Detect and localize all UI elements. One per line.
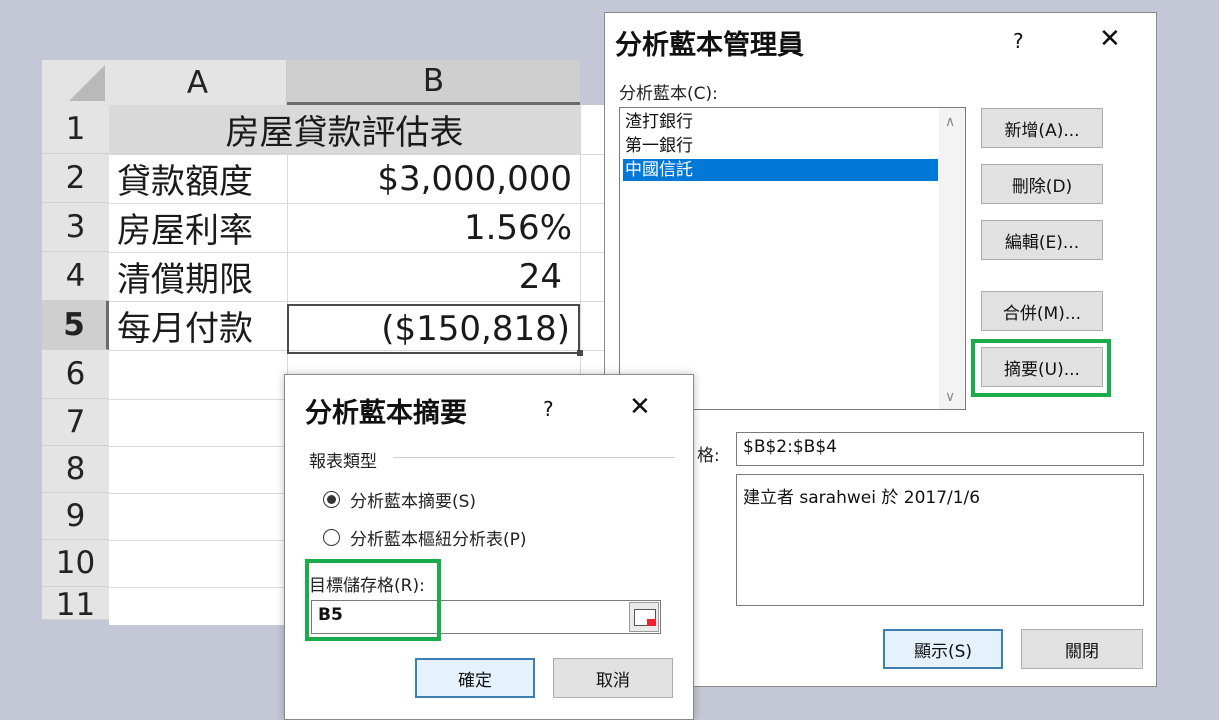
row-header-9[interactable]: 9 — [42, 493, 109, 540]
dialog-title: 分析藍本摘要 — [305, 398, 467, 429]
result-cells-highlight — [305, 559, 441, 641]
row-header-10[interactable]: 10 — [42, 540, 109, 587]
close-button[interactable]: 關閉 — [1021, 629, 1143, 669]
active-cell-b5[interactable]: ($150,818) — [287, 304, 580, 354]
edit-button[interactable]: 編輯(E)... — [981, 220, 1103, 260]
ok-button[interactable]: 確定 — [415, 658, 535, 698]
help-button[interactable]: ? — [543, 397, 554, 421]
fill-handle[interactable] — [577, 350, 583, 356]
row-header-2[interactable]: 2 — [42, 154, 109, 203]
scenarios-label: 分析藍本(C): — [619, 84, 718, 104]
radio-pivot-table[interactable]: 分析藍本樞紐分析表(P) — [323, 525, 527, 550]
radio-label: 分析藍本摘要(S) — [350, 492, 477, 512]
radio-label: 分析藍本樞紐分析表(P) — [350, 530, 527, 550]
scroll-up-icon[interactable]: ∧ — [945, 114, 955, 130]
close-icon[interactable]: ✕ — [1099, 26, 1121, 52]
delete-button[interactable]: 刪除(D) — [981, 164, 1103, 204]
cell-b2[interactable]: $3,000,000 — [287, 154, 580, 203]
radio-scenario-summary[interactable]: 分析藍本摘要(S) — [323, 487, 476, 512]
cell-b4[interactable]: 24 — [287, 252, 580, 301]
cell-b3[interactable]: 1.56% — [287, 203, 580, 252]
radio-off-icon — [323, 529, 340, 546]
list-scrollbar[interactable]: ∧ ∨ — [939, 108, 965, 409]
changing-cells-label: 格: — [697, 446, 720, 466]
report-type-label: 報表類型 — [309, 452, 377, 472]
cell-a3[interactable]: 房屋利率 — [109, 203, 287, 252]
scenario-list[interactable]: 渣打銀行 第一銀行 中國信託 ∧ ∨ — [619, 107, 966, 410]
group-separator — [393, 457, 675, 458]
radio-on-icon — [323, 491, 340, 508]
list-item[interactable]: 第一銀行 — [623, 135, 938, 157]
add-button[interactable]: 新增(A)... — [981, 108, 1103, 148]
list-item-selected[interactable]: 中國信託 — [623, 159, 938, 181]
close-icon[interactable]: ✕ — [629, 394, 651, 420]
dialog-title: 分析藍本管理員 — [615, 30, 804, 61]
row-header-7[interactable]: 7 — [42, 399, 109, 446]
changing-cells-field: $B$2:$B$4 — [736, 432, 1144, 466]
row-header-6[interactable]: 6 — [42, 350, 109, 399]
row-header-8[interactable]: 8 — [42, 446, 109, 493]
cell-a5[interactable]: 每月付款 — [109, 301, 287, 350]
scenario-summary-dialog: 分析藍本摘要 ? ✕ 報表類型 分析藍本摘要(S) 分析藍本樞紐分析表(P) 目… — [284, 374, 694, 720]
cell-a2[interactable]: 貸款額度 — [109, 154, 287, 203]
select-all-corner[interactable] — [42, 60, 109, 105]
row-header-4[interactable]: 4 — [42, 252, 109, 301]
list-item[interactable]: 渣打銀行 — [623, 111, 938, 133]
title-cell-a1[interactable]: 房屋貸款評估表 — [109, 105, 580, 154]
comment-field: 建立者 sarahwei 於 2017/1/6 — [736, 474, 1144, 606]
row-header-3[interactable]: 3 — [42, 203, 109, 252]
row-header-11[interactable]: 11 — [42, 587, 109, 623]
row-header-1[interactable]: 1 — [42, 105, 109, 154]
row-header-5[interactable]: 5 — [42, 301, 109, 350]
show-button[interactable]: 顯示(S) — [883, 629, 1003, 669]
summary-button-highlight — [971, 339, 1111, 397]
help-button[interactable]: ? — [1013, 29, 1024, 53]
cell-a4[interactable]: 清償期限 — [109, 252, 287, 301]
column-header-a[interactable]: A — [109, 60, 287, 105]
scroll-down-icon[interactable]: ∨ — [945, 389, 955, 405]
column-header-b[interactable]: B — [287, 60, 580, 105]
merge-button[interactable]: 合併(M)... — [981, 291, 1103, 331]
collapse-dialog-icon[interactable] — [629, 602, 659, 632]
cancel-button[interactable]: 取消 — [553, 658, 673, 698]
